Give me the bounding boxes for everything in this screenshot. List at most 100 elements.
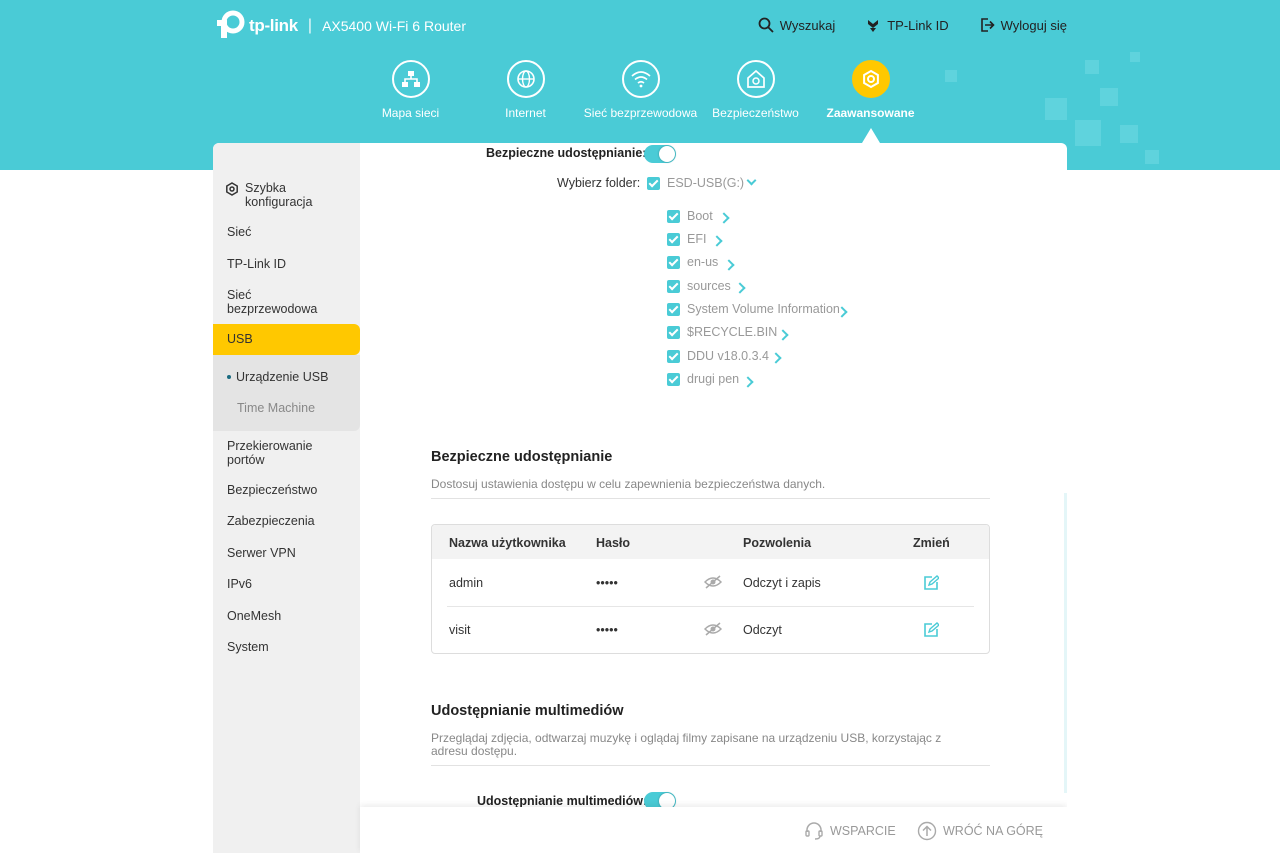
decoration [1130,52,1140,62]
active-nav-pointer [862,128,880,143]
main-nav: Mapa sieci Internet Sieć bezprzewodowa B… [353,60,928,120]
folder-name: drugi pen [687,372,740,386]
chevron-right-icon[interactable] [734,282,746,294]
folder-checkbox[interactable] [667,303,680,316]
tplink-id-button[interactable]: TP-Link ID [865,17,949,33]
router-model: AX5400 Wi-Fi 6 Router [322,18,467,34]
nav-wireless[interactable]: Sieć bezprzewodowa [583,60,698,120]
edit-icon[interactable] [923,622,939,638]
folder-name: EFI [687,232,707,246]
nav-label: Internet [505,106,546,120]
wifi-icon [621,60,660,98]
sidebar-item-ipv6[interactable]: IPv6 [227,577,352,591]
search-icon [758,17,774,33]
chevron-right-icon[interactable] [742,376,754,388]
arrow-up-circle-icon [917,821,937,841]
cell-permission: Odczyt [743,623,782,637]
usb-submenu: Urządzenie USB Time Machine [213,355,360,431]
folder-checkbox[interactable] [667,280,680,293]
chevron-right-icon[interactable] [777,329,789,341]
secure-sharing-toggle[interactable] [644,145,676,163]
eye-off-icon[interactable] [704,575,722,589]
secure-sharing-desc: Dostosuj ustawienia dostępu w celu zapew… [431,477,826,491]
accounts-table: Nazwa użytkownika Hasło Pozwolenia Zmień… [431,524,990,654]
content-card: Szybka konfiguracja Sieć TP-Link ID Sieć… [213,143,1067,853]
sidebar-item-system[interactable]: System [227,640,352,654]
network-map-icon [391,60,430,98]
globe-icon [506,60,545,98]
chevron-right-icon[interactable] [711,235,723,247]
col-username: Nazwa użytkownika [449,536,566,550]
brand-logo[interactable]: tp-link | AX5400 Wi-Fi 6 Router [213,10,466,42]
support-link[interactable]: WSPARCIE [804,821,896,841]
search-button[interactable]: Wyszukaj [758,17,836,33]
decoration [1075,120,1101,146]
logout-button[interactable]: Wyloguj się [979,17,1067,33]
sidebar-item-protection[interactable]: Zabezpieczenia [227,514,352,528]
folder-name: $RECYCLE.BIN [687,325,778,339]
cell-password: ••••• [596,576,618,590]
cell-username: visit [449,623,471,637]
sidebar-item-label: Szybka konfiguracja [245,181,313,209]
brand-name: tp-link [249,16,298,35]
media-sharing-title: Udostępnianie multimediów [431,703,624,719]
folder-checkbox[interactable] [667,256,680,269]
sidebar-item-tplink-id[interactable]: TP-Link ID [227,257,352,271]
chevron-right-icon[interactable] [770,352,782,364]
cell-username: admin [449,576,484,590]
sidebar-item-port-forwarding[interactable]: Przekierowanie portów [227,439,327,467]
folder-checkbox[interactable] [667,373,680,386]
back-to-top-label: WRÓĆ NA GÓRĘ [943,824,1044,838]
folder-checkbox[interactable] [667,233,680,246]
logo-separator: | [307,17,313,34]
decoration [1100,88,1118,106]
cell-permission: Odczyt i zapis [743,576,821,590]
chevron-down-icon[interactable] [746,175,757,186]
nav-label: Mapa sieci [381,106,440,120]
divider [431,765,990,766]
support-label: WSPARCIE [830,824,896,838]
folder-checkbox[interactable] [667,350,680,363]
chevron-right-icon[interactable] [723,259,735,271]
sidebar-subitem-time-machine[interactable]: Time Machine [237,401,315,415]
drive-checkbox[interactable] [647,177,660,190]
sidebar-item-network[interactable]: Sieć [227,225,352,239]
scrollbar[interactable] [1064,493,1067,793]
divider [431,498,990,499]
nav-network-map[interactable]: Mapa sieci [353,60,468,120]
sidebar-item-onemesh[interactable]: OneMesh [227,609,352,623]
eye-off-icon[interactable] [704,622,722,636]
main-content: Bezpieczne udostępnianie: Wybierz folder… [360,143,1067,853]
edit-icon[interactable] [923,575,939,591]
nav-advanced[interactable]: Zaawansowane [813,60,928,120]
sidebar-item-vpn-server[interactable]: Serwer VPN [227,546,352,560]
sidebar-item-quick-setup[interactable]: Szybka konfiguracja [226,181,352,209]
sidebar-item-security[interactable]: Bezpieczeństwo [227,483,352,497]
folder-checkbox[interactable] [667,210,680,223]
sidebar-subitem-usb-device[interactable]: Urządzenie USB [227,370,328,384]
tplink-id-label: TP-Link ID [887,17,949,33]
col-edit: Zmień [913,536,950,550]
folder-name: en-us [687,255,719,269]
folder-checkbox[interactable] [667,326,680,339]
nav-label: Zaawansowane [826,106,915,120]
sidebar-item-usb[interactable]: USB [213,324,360,355]
back-to-top-link[interactable]: WRÓĆ NA GÓRĘ [917,821,1043,841]
decoration [945,70,957,82]
table-header: Nazwa użytkownika Hasło Pozwolenia Zmień [432,525,989,559]
decoration [1120,125,1138,143]
subitem-label: Urządzenie USB [236,370,329,384]
active-dot [227,374,231,379]
chevron-right-icon[interactable] [718,212,730,224]
search-label: Wyszukaj [779,17,836,33]
nav-internet[interactable]: Internet [468,60,583,120]
tplink-logo-icon [213,10,245,42]
drive-name: ESD-USB(G:) [667,176,745,190]
top-actions: Wyszukaj TP-Link ID Wyloguj się [758,17,1067,33]
nav-security[interactable]: Bezpieczeństwo [698,60,813,120]
nav-label: Bezpieczeństwo [712,106,799,120]
sidebar: Szybka konfiguracja Sieć TP-Link ID Sieć… [213,143,360,853]
headset-icon [805,822,823,840]
folder-name: sources [687,279,731,293]
sidebar-item-wireless[interactable]: Sieć bezprzewodowa [227,288,327,316]
